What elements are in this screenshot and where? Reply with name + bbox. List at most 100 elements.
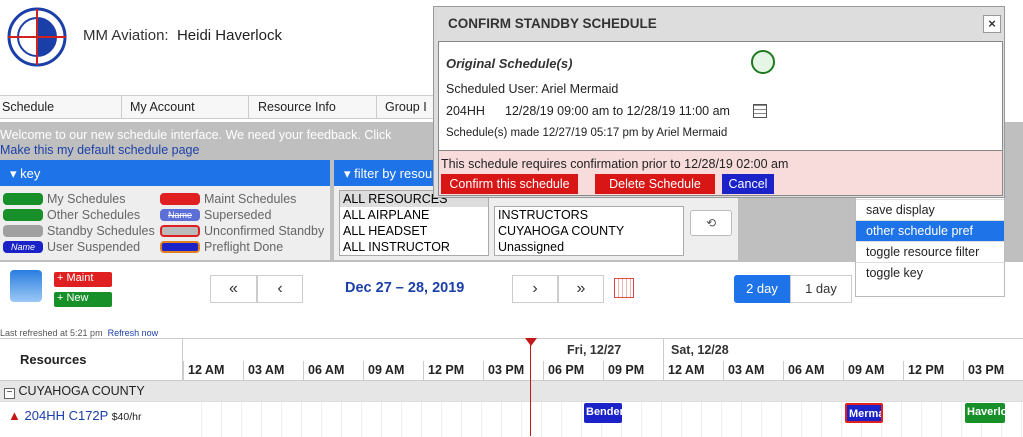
refresh-icon: ⟲ [705,216,717,230]
scheduled-user: Scheduled User: Ariel Mermaid [446,82,619,96]
tab-resource-info[interactable]: Resource Info [249,96,377,118]
hour-label: 12 AM [663,361,723,381]
hour-label: 06 AM [783,361,843,381]
confirmation-warning: This schedule requires confirmation prio… [441,157,789,171]
list-item[interactable]: ALL AIRPLANE [340,207,488,223]
hour-label: 03 PM [483,361,543,381]
last-refreshed: Last refreshed at 5:21 pm [0,328,103,338]
timeline-header: Fri, 12/27 Sat, 12/28 12 AM 03 AM 06 AM 09 … [182,338,1023,381]
default-page-link[interactable]: Make this my default schedule page [0,143,199,157]
group-row[interactable]: − CUYAHOGA COUNTY [0,380,1023,401]
refresh-now-link[interactable]: Refresh now [108,328,159,338]
day-label: Sat, 12/28 [671,343,729,357]
key-label: Other Schedules [47,208,141,222]
original-title: Original Schedule(s) [446,56,573,71]
original-schedule-box: Original Schedule(s) Scheduled User: Ari… [438,41,1003,151]
tab-group[interactable]: Group I [377,96,440,118]
key-item: My Schedules [3,192,126,206]
hour-label: 06 PM [543,361,603,381]
calendar-icon[interactable] [614,278,634,298]
filter-toggle[interactable]: ▾ filter by resou [334,160,434,186]
date-range: Dec 27 – 28, 2019 [345,280,465,296]
key-label: Preflight Done [204,240,284,254]
options-menu: dispatcher mode save display other sched… [855,187,1005,297]
key-item: Preflight Done [160,240,283,254]
schedule-event[interactable]: Bender [584,403,622,423]
swatch [3,209,43,221]
feedback-banner: Welcome to our new schedule interface. W… [0,128,392,142]
resource-link[interactable]: 204HH C172P [25,408,109,423]
resource-price: $40/hr [111,411,142,423]
menu-item-toggle-key[interactable]: toggle key [856,263,1004,284]
add-maint-button[interactable]: + Maint [54,272,112,287]
confirm-schedule-button[interactable]: Confirm this schedule [441,174,578,194]
key-label: My Schedules [47,192,126,206]
refresh-status: Last refreshed at 5:21 pm Refresh now [0,328,158,338]
list-item[interactable]: ALL INSTRUCTOR [340,239,488,255]
swatch [160,225,200,237]
hour-label: 06 AM [303,361,363,381]
resource-row: ▲ 204HH C172P $40/hr Bender Mermaid Have… [0,401,1023,437]
next-button[interactable]: › [512,275,558,303]
resource-name[interactable]: ▲ 204HH C172P $40/hr [8,408,142,423]
tab-my-account[interactable]: My Account [122,96,249,118]
key-label: Standby Schedules [47,224,155,238]
swatch [160,241,200,253]
hour-label: 03 AM [243,361,303,381]
next-range-button[interactable]: » [558,275,604,303]
hour-label: 09 AM [363,361,423,381]
key-item: Unconfirmed Standby [160,224,324,238]
schedule-resource: 204HH [446,104,485,118]
key-label: Superseded [204,208,272,222]
key-toggle[interactable]: ▾ key [0,160,330,186]
schedule-detail-icon[interactable] [751,50,775,74]
resources-header: Resources [0,338,182,380]
hour-label: 03 PM [963,361,1023,381]
current-time-line [530,344,531,436]
confirm-standby-modal: CONFIRM STANDBY SCHEDULE × Original Sche… [433,6,1005,198]
delete-schedule-button[interactable]: Delete Schedule [595,174,715,194]
tab-schedule[interactable]: Schedule [0,96,122,118]
warning-icon: ▲ [8,408,21,423]
add-new-button[interactable]: + New [54,292,112,307]
collapse-icon[interactable]: − [4,388,15,399]
group-name: CUYAHOGA COUNTY [18,384,145,398]
list-item[interactable]: ALL HEADSET [340,223,488,239]
calendar-icon[interactable] [753,104,767,118]
menu-item-other-schedule-pref[interactable]: other schedule pref [856,221,1004,242]
schedule-event[interactable]: Haverlock [965,403,1005,423]
hour-label: 09 AM [843,361,903,381]
weather-icon[interactable] [10,270,42,302]
hour-label: 12 AM [183,361,243,381]
org-name: MM Aviation: [83,27,169,44]
prev-range-button[interactable]: « [210,275,257,303]
confirmation-warning-box: This schedule requires confirmation prio… [438,150,1003,196]
schedule-event[interactable]: Mermaid [845,403,883,423]
main-nav: Schedule My Account Resource Info Group … [0,95,440,119]
list-item[interactable]: INSTRUCTORS [495,207,683,223]
hour-label: 09 PM [603,361,663,381]
schedule-made-by: Schedule(s) made 12/27/19 05:17 pm by Ar… [446,127,728,139]
swatch [3,193,43,205]
list-item[interactable]: CUYAHOGA COUNTY [495,223,683,239]
schedule-time-range: 12/28/19 09:00 am to 12/28/19 11:00 am [505,104,730,118]
list-item[interactable]: Unassigned [495,239,683,255]
resource-type-list[interactable]: ALL RESOURCES ALL AIRPLANE ALL HEADSET A… [339,190,489,256]
org-title: MM Aviation: Heidi Haverlock [83,27,282,44]
key-item: Maint Schedules [160,192,296,206]
close-button[interactable]: × [983,15,1001,33]
resource-group-list[interactable]: INSTRUCTORS CUYAHOGA COUNTY Unassigned [494,206,684,256]
swatch [160,193,200,205]
view-2day-button[interactable]: 2 day [734,275,790,303]
day-label: Fri, 12/27 [567,343,622,357]
schedule-master-logo[interactable] [4,6,70,68]
reset-filter-button[interactable]: ⟲ [690,210,732,236]
menu-item-save-display[interactable]: save display [856,200,1004,221]
key-label: Maint Schedules [204,192,297,206]
key-item: Standby Schedules [3,224,155,238]
prev-button[interactable]: ‹ [257,275,303,303]
cancel-button[interactable]: Cancel [722,174,774,194]
view-1day-button[interactable]: 1 day [790,275,852,303]
swatch: Name [160,209,200,221]
menu-item-toggle-resource-filter[interactable]: toggle resource filter [856,242,1004,263]
